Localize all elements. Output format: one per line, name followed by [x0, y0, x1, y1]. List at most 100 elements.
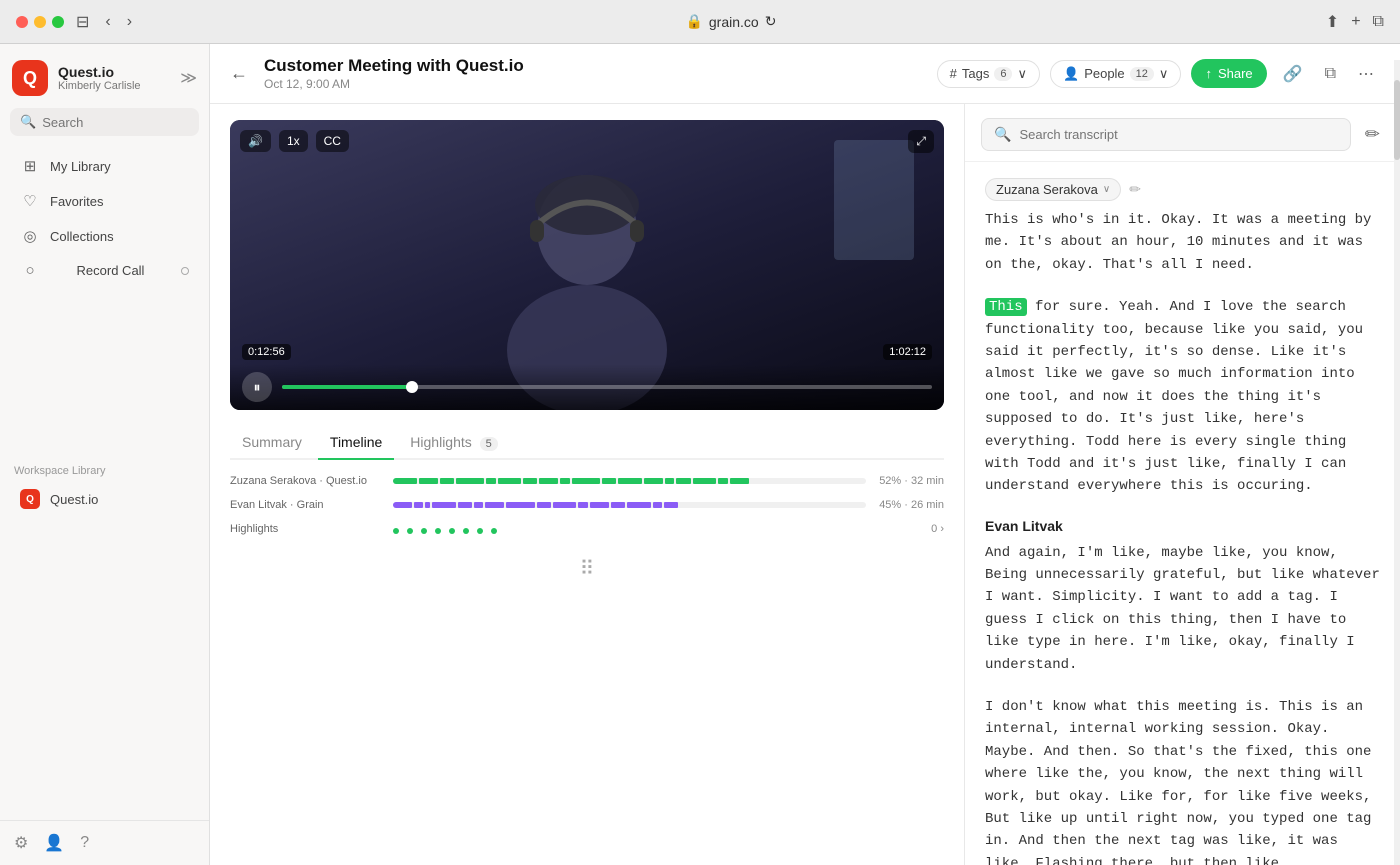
video-controls-bar: ⏸ — [230, 364, 944, 410]
scrollbar-track — [1394, 104, 1400, 865]
drag-handle[interactable]: ⠿ — [580, 556, 595, 581]
settings-button[interactable]: ⚙ — [14, 833, 28, 853]
brand-logo: Q — [12, 60, 48, 96]
search-icon: 🔍 — [994, 126, 1011, 143]
fullscreen-button[interactable]: ⤢ — [908, 130, 934, 153]
minimize-button[interactable] — [34, 16, 46, 28]
titlebar-right: ⬆ + ⧉ — [1326, 12, 1384, 32]
link-button[interactable]: 🔗 — [1277, 58, 1309, 90]
sidebar-toggle-button[interactable]: ⊟ — [72, 10, 93, 34]
browser-forward-button[interactable]: › — [123, 11, 136, 33]
progress-thumb — [406, 381, 418, 393]
speaker-label-zuzana: Zuzana Serakova · Quest.io — [230, 475, 385, 487]
sidebar-item-my-library[interactable]: ⊞ My Library — [6, 149, 203, 183]
highlighted-word: This — [985, 298, 1027, 316]
transcript-search-bar[interactable]: 🔍 — [981, 118, 1351, 151]
sidebar: Q Quest.io Kimberly Carlisle ≫ 🔍 ⊞ My Li… — [0, 44, 210, 865]
highlights-row: Highlights — [230, 522, 944, 536]
scrollbar-thumb[interactable] — [1394, 104, 1400, 160]
tags-chevron-icon: ∨ — [1017, 66, 1027, 82]
sidebar-item-favorites[interactable]: ♡ Favorites — [6, 184, 203, 218]
traffic-lights — [16, 16, 64, 28]
sidebar-item-label: My Library — [50, 159, 111, 174]
new-tab-button[interactable]: + — [1351, 13, 1360, 31]
record-icon: ○ — [20, 262, 40, 279]
app-layout: Q Quest.io Kimberly Carlisle ≫ 🔍 ⊞ My Li… — [0, 44, 1400, 865]
highlight-dot — [421, 528, 427, 534]
video-player: 🔊 1x CC ⤢ 0:12:56 1:02:12 ⏸ — [230, 120, 944, 410]
header-actions: # Tags 6 ∨ 👤 People 12 ∨ ↑ Share 🔗 ⧉ ⋯ — [937, 58, 1380, 90]
highlight-dot — [477, 528, 483, 534]
meeting-date: Oct 12, 9:00 AM — [264, 77, 921, 91]
right-panel: 🔍 ✏ Zuzana Serakova ∨ ✏ — [965, 104, 1400, 865]
tags-label: Tags — [962, 66, 989, 81]
people-button[interactable]: 👤 People 12 ∨ — [1050, 60, 1181, 88]
back-button[interactable]: ← — [230, 63, 248, 84]
search-input[interactable] — [42, 115, 189, 130]
sidebar-item-workspace[interactable]: Q Quest.io — [6, 482, 203, 516]
transcript-edit-button[interactable]: ✏ — [1361, 120, 1384, 149]
sidebar-footer: ⚙ 👤 ? — [0, 820, 209, 865]
sidebar-search-bar[interactable]: 🔍 — [10, 108, 199, 136]
speaker-name-evan: Evan Litvak — [985, 518, 1380, 534]
highlights-count[interactable]: 0 › — [874, 523, 944, 535]
speaker-chevron-icon: ∨ — [1103, 184, 1110, 195]
users-button[interactable]: 👤 — [44, 833, 64, 853]
share-browser-button[interactable]: ⬆ — [1326, 12, 1339, 32]
progress-fill — [282, 385, 412, 389]
browser-back-button[interactable]: ‹ — [101, 11, 114, 33]
highlights-label: Highlights — [230, 523, 385, 535]
tab-timeline[interactable]: Timeline — [318, 426, 394, 460]
transcript-block-2: This for sure. Yeah. And I love the sear… — [985, 296, 1380, 498]
speed-button[interactable]: 1x — [279, 130, 308, 152]
total-time-overlay: 1:02:12 — [883, 344, 932, 360]
help-button[interactable]: ? — [80, 833, 89, 853]
maximize-button[interactable] — [52, 16, 64, 28]
tab-summary[interactable]: Summary — [230, 426, 314, 460]
workspace-label: Quest.io — [50, 492, 98, 507]
tags-count: 6 — [994, 67, 1012, 81]
edit-speaker-button[interactable]: ✏ — [1129, 181, 1141, 198]
people-chevron-icon: ∨ — [1159, 66, 1169, 82]
more-button[interactable]: ⋯ — [1352, 58, 1380, 90]
highlights-track — [393, 522, 866, 536]
workspace-section-label: Workspace Library — [0, 455, 209, 481]
tag-hash-icon: # — [950, 66, 957, 81]
speaker-header-1: Zuzana Serakova ∨ ✏ — [985, 178, 1380, 201]
workspace-logo: Q — [20, 489, 40, 509]
address-bar[interactable]: 🔒 grain.co ↻ — [685, 13, 776, 30]
reload-icon[interactable]: ↻ — [765, 13, 777, 30]
timeline-bar-bg — [393, 478, 866, 484]
sidebar-item-collections[interactable]: ◎ Collections — [6, 219, 203, 253]
share-button[interactable]: ↑ Share — [1191, 59, 1266, 88]
volume-button[interactable]: 🔊 — [240, 130, 271, 152]
tab-highlights[interactable]: Highlights 5 — [398, 426, 510, 460]
progress-bar[interactable] — [282, 385, 932, 389]
transcript-header: 🔍 ✏ — [965, 104, 1400, 162]
cc-button[interactable]: CC — [316, 130, 349, 152]
sidebar-item-label: Collections — [50, 229, 114, 244]
sidebar-item-label: Favorites — [50, 194, 103, 209]
close-button[interactable] — [16, 16, 28, 28]
timeline-bar-bg-evan — [393, 502, 866, 508]
titlebar-left: ⊟ ‹ › — [16, 10, 136, 34]
tab-overview-button[interactable]: ⧉ — [1373, 13, 1384, 31]
transcript-search-input[interactable] — [1019, 127, 1337, 142]
timeline-row-zuzana: Zuzana Serakova · Quest.io — [230, 474, 944, 488]
brand-text: Quest.io Kimberly Carlisle — [58, 64, 141, 92]
sidebar-collapse-button[interactable]: ≫ — [180, 68, 197, 88]
speaker-label-evan: Evan Litvak · Grain — [230, 499, 385, 511]
tags-button[interactable]: # Tags 6 ∨ — [937, 60, 1040, 88]
speaker-chip-name: Zuzana Serakova — [996, 182, 1098, 197]
people-count: 12 — [1130, 67, 1154, 81]
play-pause-button[interactable]: ⏸ — [242, 372, 272, 402]
record-status-dot — [181, 267, 189, 275]
layers-button[interactable]: ⧉ — [1319, 59, 1342, 89]
url-text: grain.co — [709, 14, 759, 30]
speaker-chip-zuzana[interactable]: Zuzana Serakova ∨ — [985, 178, 1121, 201]
tabs-bar: Summary Timeline Highlights 5 — [230, 426, 944, 460]
left-panel: 🔊 1x CC ⤢ 0:12:56 1:02:12 ⏸ — [210, 104, 965, 865]
sidebar-nav: ⊞ My Library ♡ Favorites ◎ Collections ○… — [0, 144, 209, 455]
speaker-pct-zuzana: 52% · 32 min — [874, 475, 944, 487]
sidebar-item-record-call[interactable]: ○ Record Call — [6, 254, 203, 287]
